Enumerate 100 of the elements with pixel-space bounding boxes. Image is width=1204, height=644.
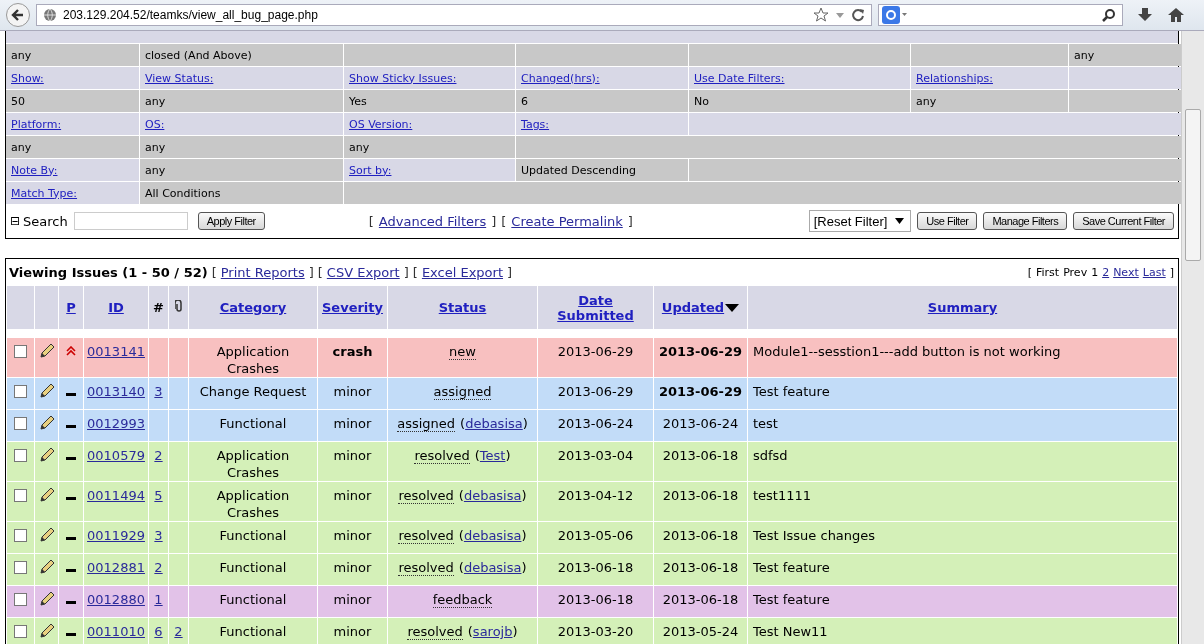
- filter-button[interactable]: Manage Filters: [983, 212, 1068, 230]
- date-submitted-cell: 2013-06-29: [537, 337, 654, 378]
- filter-button[interactable]: Use Filter: [917, 212, 978, 230]
- pencil-icon[interactable]: [38, 527, 55, 543]
- note-count-link[interactable]: 3: [154, 528, 163, 543]
- pencil-icon[interactable]: [38, 559, 55, 575]
- column-header-link[interactable]: P: [66, 300, 76, 315]
- export-link[interactable]: CSV Export: [326, 264, 400, 280]
- filter-value: closed (And Above): [145, 48, 252, 62]
- bracket: ]: [507, 264, 513, 280]
- status-text: resolved: [414, 448, 470, 464]
- filter-label-link[interactable]: Show:: [11, 71, 44, 85]
- row-checkbox[interactable]: [14, 449, 27, 462]
- bracket: [: [1027, 265, 1032, 279]
- status-text: new: [449, 344, 476, 360]
- date-submitted-cell: 2013-06-29: [537, 377, 654, 410]
- pencil-icon[interactable]: [38, 343, 55, 359]
- viewing-issues-title: Viewing Issues (1 - 50 / 52): [9, 264, 208, 280]
- status-text: assigned: [397, 416, 456, 432]
- status-text: resolved: [398, 488, 454, 504]
- handler-link[interactable]: debasisa: [463, 528, 522, 543]
- filter-button[interactable]: Save Current Filter: [1073, 212, 1174, 230]
- back-button[interactable]: [6, 3, 30, 27]
- row-checkbox[interactable]: [14, 625, 27, 638]
- note-count-link[interactable]: 1: [154, 592, 163, 607]
- summary-cell: sdfsd: [747, 441, 1178, 482]
- filter-link[interactable]: Create Permalink: [511, 213, 623, 229]
- row-checkbox[interactable]: [14, 561, 27, 574]
- severity-cell: minor: [317, 377, 388, 410]
- note-count-link[interactable]: 2: [154, 448, 163, 463]
- pencil-icon[interactable]: [38, 447, 55, 463]
- apply-filter-button[interactable]: Apply Filter: [197, 212, 265, 230]
- scrollbar[interactable]: [1181, 31, 1204, 644]
- filter-value: any: [349, 140, 370, 154]
- handler-link[interactable]: debasisa: [463, 488, 522, 503]
- column-header-link[interactable]: ID: [108, 300, 124, 315]
- filter-select[interactable]: [Reset Filter]: [808, 210, 912, 232]
- filter-value: Updated Descending: [521, 163, 637, 177]
- severity-cell: minor: [317, 481, 388, 522]
- filter-label-link[interactable]: Tags:: [521, 117, 550, 131]
- note-count-link[interactable]: 3: [154, 384, 163, 399]
- filter-link[interactable]: Advanced Filters: [378, 213, 487, 229]
- date-submitted-cell: 2013-04-12: [537, 481, 654, 522]
- address-bar[interactable]: 203.129.204.52/teamks/view_all_bug_page.php: [36, 4, 872, 26]
- pencil-icon[interactable]: [38, 487, 55, 503]
- updated-cell: 2013-06-18: [653, 481, 748, 522]
- column-header-link[interactable]: Summary: [927, 300, 998, 315]
- scrollbar-thumb[interactable]: [1185, 109, 1201, 261]
- status-text: resolved: [398, 528, 454, 544]
- note-count-link[interactable]: 5: [154, 488, 163, 503]
- category-cell: Functional: [188, 521, 318, 554]
- bracket: ]: [491, 213, 497, 229]
- filter-value: 50: [11, 94, 25, 108]
- web-search-field[interactable]: [878, 4, 1123, 26]
- star-icon[interactable]: [813, 7, 829, 23]
- search-engine-icon: [882, 6, 908, 24]
- note-count-link[interactable]: 2: [154, 560, 163, 575]
- paren: ): [505, 448, 511, 463]
- handler-link[interactable]: debasisa: [463, 560, 522, 575]
- row-checkbox[interactable]: [14, 593, 27, 606]
- search-icon[interactable]: [1102, 8, 1116, 22]
- row-checkbox[interactable]: [14, 345, 27, 358]
- column-header: #: [153, 300, 164, 315]
- pencil-icon[interactable]: [38, 415, 55, 431]
- date-submitted-cell: 2013-06-18: [537, 553, 654, 586]
- download-icon[interactable]: [1137, 7, 1153, 23]
- filter-label-link[interactable]: OS:: [145, 117, 165, 131]
- page-link[interactable]: Last: [1142, 265, 1166, 279]
- pencil-icon[interactable]: [38, 623, 55, 639]
- row-checkbox[interactable]: [14, 529, 27, 542]
- search-input[interactable]: [73, 212, 188, 230]
- sort-descending-icon[interactable]: [725, 303, 740, 312]
- filter-label-link[interactable]: Sort by:: [349, 163, 392, 177]
- paren: (: [460, 416, 466, 431]
- column-header-link[interactable]: Status: [438, 300, 487, 315]
- filter-value: All Conditions: [145, 186, 221, 200]
- home-icon[interactable]: [1167, 7, 1185, 23]
- pencil-icon[interactable]: [38, 383, 55, 399]
- back-arrow-icon: [11, 8, 25, 22]
- summary-cell: Test feature: [747, 585, 1178, 618]
- handler-link[interactable]: sarojb: [472, 624, 513, 639]
- column-header-link[interactable]: Category: [219, 300, 287, 315]
- row-checkbox[interactable]: [14, 489, 27, 502]
- category-cell: Functional: [188, 553, 318, 586]
- collapse-toggle[interactable]: ⊟: [10, 214, 21, 228]
- summary-cell: Test feature: [747, 553, 1178, 586]
- pencil-icon[interactable]: [38, 591, 55, 607]
- row-checkbox[interactable]: [14, 385, 27, 398]
- reload-icon[interactable]: [851, 8, 865, 22]
- handler-link[interactable]: debasisa: [465, 416, 523, 431]
- row-checkbox[interactable]: [14, 417, 27, 430]
- page-link[interactable]: 2: [1102, 265, 1110, 279]
- filter-value: No: [694, 94, 709, 108]
- export-link[interactable]: Excel Export: [421, 264, 503, 280]
- handler-link[interactable]: Test: [479, 448, 506, 463]
- severity-cell: minor: [317, 585, 388, 618]
- paren: (: [458, 528, 464, 543]
- export-link[interactable]: Print Reports: [220, 264, 305, 280]
- page-link[interactable]: Next: [1113, 265, 1139, 279]
- bracket: [: [501, 213, 507, 229]
